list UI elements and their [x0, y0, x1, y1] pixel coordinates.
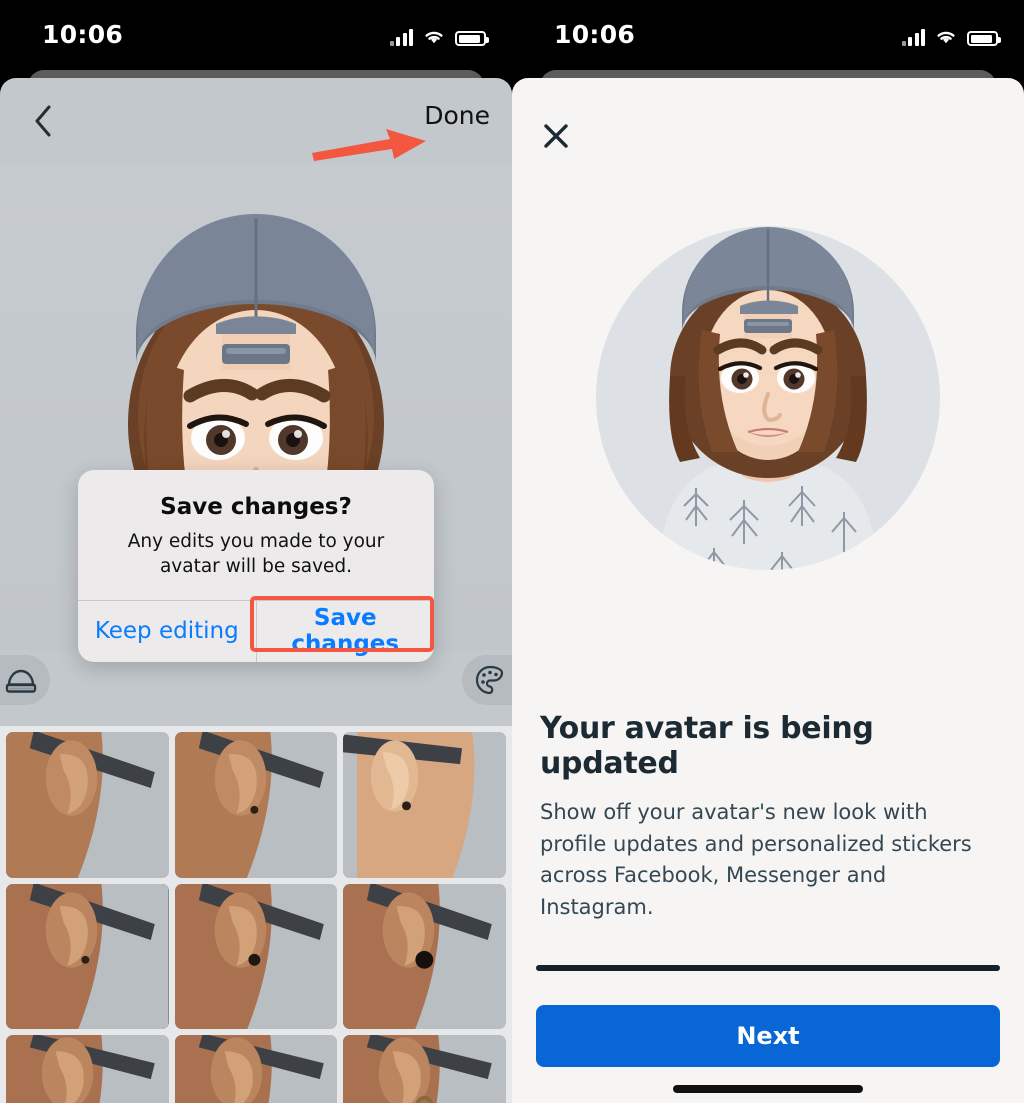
avatar-display-area: [512, 164, 1024, 712]
cellular-signal-icon: [389, 27, 413, 46]
page-subtitle: Show off your avatar's new look with pro…: [540, 800, 972, 919]
battery-icon: [455, 31, 489, 46]
grid-item-ear-2[interactable]: [174, 732, 338, 878]
grid-item-ear-7[interactable]: [6, 1035, 169, 1103]
grid-item-ear-5[interactable]: [174, 883, 338, 1030]
palette-icon[interactable]: [462, 655, 512, 705]
page-title: Your avatar is being updated: [540, 711, 874, 781]
grid-item-ear-1[interactable]: [6, 732, 169, 878]
left-phone-screen: 10:06 Done Save changes? Any edits you m…: [0, 0, 512, 1103]
grid-item-ear-6[interactable]: [343, 883, 506, 1030]
cellular-signal-icon: [901, 27, 925, 46]
status-bar-left: 10:06: [0, 0, 512, 68]
grid-item-ear-8[interactable]: [174, 1035, 338, 1103]
confirmation-footer: Next: [512, 971, 1024, 1067]
screenshot-stage: 10:06 Done Save changes? Any edits you m…: [0, 0, 1024, 1103]
done-button[interactable]: Done: [424, 101, 490, 130]
status-bar-time: 10:06: [42, 20, 124, 49]
status-bar-icons: [901, 22, 1001, 46]
confirmation-copy: Your avatar is being updated Show off yo…: [512, 711, 1024, 923]
status-bar-time: 10:06: [554, 20, 636, 49]
hat-icon[interactable]: [0, 655, 50, 705]
grid-item-ear-9[interactable]: [343, 1035, 506, 1103]
dialog-actions: Keep editing Save changes: [78, 599, 435, 662]
save-changes-button[interactable]: Save changes: [257, 601, 435, 662]
avatar-preview: [596, 226, 940, 570]
save-changes-dialog: Save changes? Any edits you made to your…: [78, 470, 434, 662]
confirmation-topbar: [512, 78, 1024, 164]
status-bar-icons: [389, 22, 489, 46]
confirmation-sheet: Your avatar is being updated Show off yo…: [512, 78, 1024, 1103]
chevron-left-icon[interactable]: [22, 100, 64, 142]
right-phone-screen: 10:06 Your avatar is being updated Show …: [512, 0, 1024, 1103]
wifi-icon: [937, 31, 955, 44]
close-icon[interactable]: [536, 116, 576, 156]
dialog-message: Any edits you made to your avatar will b…: [127, 531, 385, 577]
status-bar-right: 10:06: [512, 0, 1024, 68]
ear-style-grid: [0, 726, 512, 1103]
avatar-illustration: [658, 227, 878, 570]
wifi-icon: [425, 31, 443, 44]
grid-item-ear-4[interactable]: [6, 883, 169, 1030]
editor-topbar: Done: [0, 78, 512, 164]
dialog-title: Save changes?: [160, 494, 352, 520]
dialog-body: Save changes? Any edits you made to your…: [78, 470, 434, 600]
keep-editing-button[interactable]: Keep editing: [78, 600, 257, 662]
next-button[interactable]: Next: [536, 1005, 1000, 1067]
home-indicator-right: [673, 1085, 863, 1093]
grid-item-ear-3[interactable]: [343, 732, 506, 878]
battery-icon: [967, 31, 1001, 46]
